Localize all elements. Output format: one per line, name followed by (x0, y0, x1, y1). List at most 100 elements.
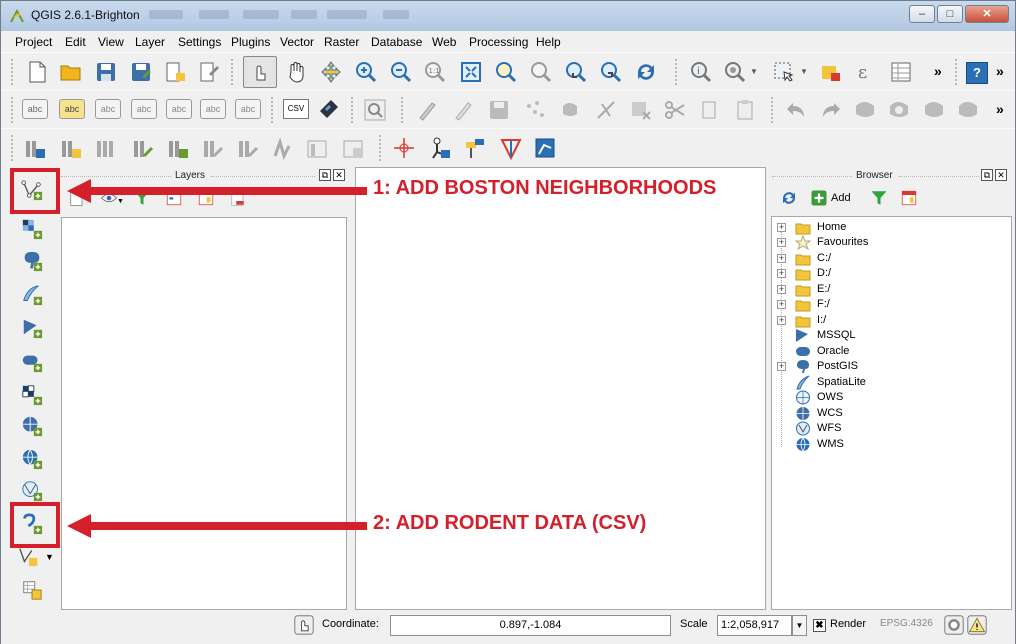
deselect-all-icon[interactable] (819, 60, 843, 84)
add-feature-icon[interactable] (523, 98, 547, 122)
menu-view[interactable]: View (98, 35, 124, 49)
toolbar-grip[interactable] (379, 135, 383, 161)
refresh-icon[interactable] (634, 60, 658, 84)
browser-item-wcs[interactable]: WCS (772, 406, 1010, 421)
full-histogram-stretch-icon[interactable] (166, 136, 190, 160)
menu-edit[interactable]: Edit (65, 35, 86, 49)
help-icon[interactable]: ? (966, 62, 988, 84)
redo-icon[interactable] (819, 98, 843, 122)
add-ring-icon[interactable] (853, 98, 877, 122)
add-oracle-layer-icon[interactable] (21, 351, 43, 373)
toolbar-grip[interactable] (271, 97, 275, 123)
move-label-icon[interactable]: abc (166, 99, 192, 119)
increase-contrast-icon[interactable] (271, 136, 295, 160)
more-tools-button[interactable]: » (996, 63, 1004, 79)
collapse-all-icon[interactable] (900, 189, 918, 207)
layer-labeling-icon[interactable]: abc (59, 99, 85, 119)
chevron-down-icon[interactable]: ▼ (800, 67, 808, 76)
select-features-icon[interactable] (772, 60, 796, 84)
zoom-last-icon[interactable] (564, 60, 588, 84)
move-feature-icon[interactable] (559, 98, 583, 122)
show-hide-labels-icon[interactable]: abc (131, 99, 157, 119)
browser-item-d-drive[interactable]: + D:/ (772, 266, 1010, 281)
raster-info-icon[interactable] (341, 136, 365, 160)
zoom-to-selection-icon[interactable] (529, 60, 553, 84)
field-calculator-icon[interactable]: ε (855, 60, 879, 84)
menu-settings[interactable]: Settings (178, 35, 221, 49)
menu-layer[interactable]: Layer (135, 35, 165, 49)
menu-database[interactable]: Database (371, 35, 422, 49)
toggle-editing-icon[interactable] (451, 98, 475, 122)
toolbar-grip[interactable] (351, 97, 355, 123)
add-mssql-layer-icon[interactable] (21, 317, 43, 339)
open-project-icon[interactable] (59, 60, 83, 84)
decrease-contrast-icon[interactable] (305, 136, 329, 160)
save-layer-edits-icon[interactable] (487, 98, 511, 122)
new-spatialite-layer-icon[interactable] (21, 579, 43, 601)
new-project-icon[interactable] (25, 60, 49, 84)
browser-item-favourites[interactable]: + Favourites (772, 235, 1010, 250)
identify-features-icon[interactable]: i (689, 60, 713, 84)
browser-item-e-drive[interactable]: + E:/ (772, 282, 1010, 297)
crs-status[interactable]: EPSG:4326 (880, 618, 933, 629)
copy-features-icon[interactable] (698, 98, 722, 122)
chevron-down-icon[interactable]: ▼ (45, 552, 54, 562)
browser-item-ows[interactable]: OWS (772, 390, 1010, 405)
add-wms-globe-icon[interactable] (21, 480, 43, 502)
composer-manager-icon[interactable] (197, 60, 221, 84)
close-panel-button[interactable]: ✕ (995, 169, 1007, 181)
float-panel-button[interactable]: ⧉ (981, 169, 993, 181)
toolbar-grip[interactable] (401, 97, 405, 123)
menu-vector[interactable]: Vector (280, 35, 314, 49)
refresh-icon[interactable] (780, 189, 798, 207)
render-checkbox[interactable]: ✖ (813, 619, 826, 632)
add-postgis-layer-icon[interactable] (21, 250, 43, 272)
new-print-composer-icon[interactable] (163, 60, 187, 84)
label-toolbar-icon[interactable]: abc (22, 99, 48, 119)
crs-globe-icon[interactable] (944, 615, 964, 635)
add-plus-icon[interactable] (810, 189, 828, 207)
toolbar-grip[interactable] (771, 97, 775, 123)
minimize-button[interactable]: – (909, 5, 935, 23)
browser-item-f-drive[interactable]: + F:/ (772, 297, 1010, 312)
search-icon[interactable] (363, 98, 387, 122)
zoom-full-icon[interactable] (459, 60, 483, 84)
save-as-icon[interactable] (129, 60, 153, 84)
local-histogram-stretch-icon[interactable] (131, 136, 155, 160)
menu-raster[interactable]: Raster (324, 35, 359, 49)
raster-tile-icon[interactable] (317, 97, 341, 121)
paste-features-icon[interactable] (733, 98, 757, 122)
layers-tree[interactable] (61, 217, 347, 610)
chevron-down-icon[interactable]: ▼ (750, 67, 758, 76)
add-raster-layer-icon[interactable] (21, 218, 43, 240)
georeferencer-icon[interactable] (463, 136, 487, 160)
menu-plugins[interactable]: Plugins (231, 35, 270, 49)
zoom-in-icon[interactable] (354, 60, 378, 84)
toolbar-grip[interactable] (675, 59, 679, 85)
zoom-to-layer-icon[interactable] (494, 60, 518, 84)
add-spatialite-layer-icon[interactable] (21, 284, 43, 306)
browser-item-c-drive[interactable]: + C:/ (772, 251, 1010, 266)
pin-labels-icon[interactable]: abc (95, 99, 121, 119)
browser-item-wfs[interactable]: WFS (772, 421, 1010, 436)
maximize-button[interactable]: □ (937, 5, 963, 23)
rotate-label-icon[interactable]: abc (200, 99, 226, 119)
gps-tools-icon[interactable] (428, 136, 452, 160)
scale-field[interactable]: 1:2,058,917 (717, 615, 792, 636)
topology-checker-icon[interactable] (499, 136, 523, 160)
more-tools-button[interactable]: » (996, 101, 1004, 117)
pan-to-selection-icon[interactable] (319, 60, 343, 84)
menu-help[interactable]: Help (536, 35, 561, 49)
toolbar-grip[interactable] (11, 59, 15, 85)
toolbar-grip[interactable] (11, 135, 15, 161)
add-part-icon[interactable] (887, 98, 911, 122)
toolbar-grip[interactable] (955, 59, 959, 85)
browser-item-spatialite[interactable]: SpatiaLite (772, 375, 1010, 390)
zoom-out-icon[interactable] (389, 60, 413, 84)
browser-item-postgis[interactable]: + PostGIS (772, 359, 1010, 374)
csv-import-icon[interactable]: CSV (283, 99, 309, 119)
map-canvas[interactable] (355, 167, 766, 610)
coordinate-capture-icon[interactable] (392, 136, 416, 160)
add-wms-layer-icon[interactable] (21, 384, 43, 406)
run-feature-action-icon[interactable] (723, 60, 747, 84)
